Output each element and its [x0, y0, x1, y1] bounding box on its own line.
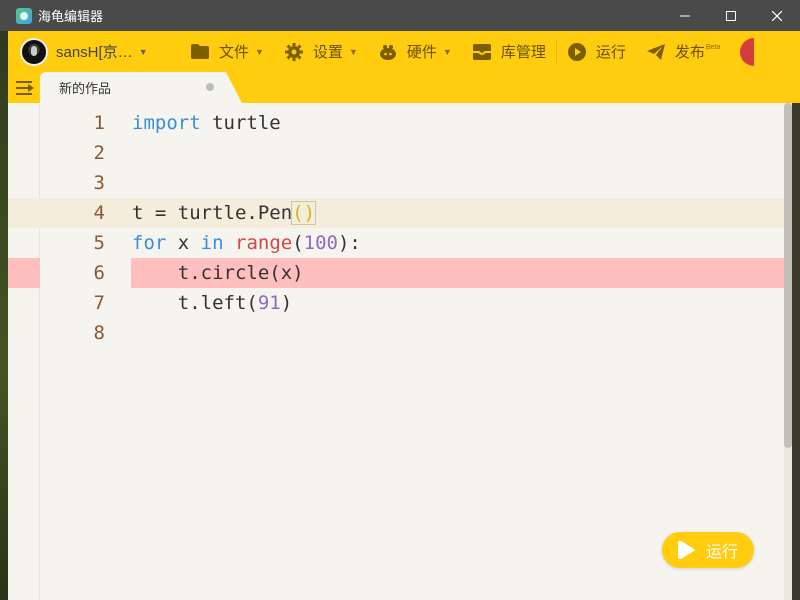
close-button[interactable] [754, 0, 800, 31]
close-icon [772, 10, 782, 21]
line-number: 1 [93, 112, 105, 134]
send-icon [646, 42, 666, 62]
line-content: t.left(91) [132, 292, 293, 314]
play-icon [567, 42, 587, 62]
line-number: 8 [93, 322, 105, 344]
gear-icon [284, 42, 304, 62]
minimize-icon [680, 15, 690, 16]
toolbar-edge-badge [740, 37, 755, 66]
line-number: 5 [93, 232, 105, 254]
sidebar-toggle-button[interactable] [16, 80, 34, 96]
maximize-button[interactable] [708, 0, 754, 31]
file-menu-label: 文件 [219, 44, 250, 61]
box-icon [472, 42, 492, 62]
main-toolbar: sansH[京… ▼ 文件 ▼ 设置 ▼ 硬件 ▼ 库管理 运行 发布 Beta [8, 31, 800, 72]
code-line-active[interactable]: 4 t = turtle.Pen() [8, 198, 784, 228]
code-line[interactable]: 3 [8, 168, 784, 198]
publish-label: 发布 [674, 44, 705, 61]
code-line-error[interactable]: 6 t.circle(x) [8, 258, 784, 288]
chevron-down-icon: ▼ [138, 46, 148, 57]
file-menu[interactable]: 文件 ▼ [180, 31, 274, 72]
code-line[interactable]: 1 import turtle [8, 108, 784, 138]
tab-new-work[interactable]: 新的作品 [40, 72, 242, 103]
user-menu[interactable]: sansH[京… ▼ [8, 31, 180, 72]
unsaved-dot-icon[interactable] [206, 83, 214, 91]
window-title: 海龟编辑器 [38, 9, 104, 24]
settings-menu-label: 设置 [312, 44, 343, 61]
run-button-label: 运行 [705, 544, 738, 561]
hardware-menu-label: 硬件 [406, 44, 437, 61]
hardware-menu[interactable]: 硬件 ▼ [368, 31, 462, 72]
line-number: 6 [40, 258, 131, 288]
editor-scrollbar-thumb[interactable] [784, 103, 792, 448]
avatar [20, 37, 48, 66]
line-content: t.circle(x) [132, 262, 304, 284]
window-left-edge [0, 31, 8, 600]
library-manager-label: 库管理 [500, 44, 546, 61]
chevron-down-icon: ▼ [442, 46, 452, 57]
line-content: for x in range(100): [132, 232, 361, 254]
folder-icon [190, 42, 210, 62]
window-controls [662, 0, 800, 31]
play-icon [677, 541, 696, 559]
run-menu-label: 运行 [595, 44, 626, 61]
user-name: sansH[京… [56, 44, 133, 61]
line-number: 4 [93, 202, 105, 224]
tab-bar: 新的作品 [8, 72, 800, 103]
window-right-edge [792, 103, 800, 600]
run-menu-button[interactable]: 运行 [557, 31, 636, 72]
code-line[interactable]: 7 t.left(91) [8, 288, 784, 318]
chevron-down-icon: ▼ [348, 46, 358, 57]
settings-menu[interactable]: 设置 ▼ [274, 31, 368, 72]
run-button[interactable]: 运行 [662, 532, 754, 568]
tab-label: 新的作品 [59, 81, 112, 96]
line-content: t = turtle.Pen() [132, 201, 317, 225]
library-manager-button[interactable]: 库管理 [462, 31, 556, 72]
hardware-icon [378, 42, 398, 62]
chevron-down-icon: ▼ [255, 46, 264, 57]
code-line[interactable]: 8 [8, 318, 784, 348]
beta-badge: Beta [705, 44, 721, 51]
line-content: import turtle [132, 112, 281, 134]
code-line[interactable]: 5 for x in range(100): [8, 228, 784, 258]
line-number: 3 [93, 172, 105, 194]
line-number: 2 [93, 142, 105, 164]
minimize-button[interactable] [662, 0, 708, 31]
title-bar: 海龟编辑器 [0, 0, 800, 31]
publish-button[interactable]: 发布 Beta [636, 31, 730, 72]
app-window: 海龟编辑器 sansH[京… ▼ 文件 ▼ 设置 ▼ 硬件 ▼ 库管理 运行 发… [0, 0, 800, 600]
expand-arrow-icon [28, 84, 34, 92]
code-line[interactable]: 2 [8, 138, 784, 168]
line-number: 7 [93, 292, 105, 314]
code-editor[interactable]: 1 import turtle 2 3 4 t = turtle.Pen() 5… [8, 103, 784, 600]
maximize-icon [726, 10, 736, 21]
app-logo-icon [16, 7, 32, 24]
